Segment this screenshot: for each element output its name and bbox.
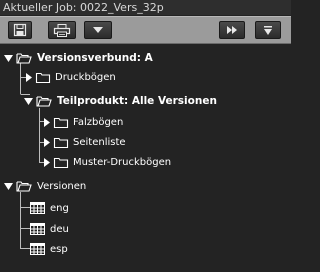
folder-icon (35, 72, 51, 83)
tree-node-label: Seitenliste (73, 136, 126, 148)
tree-node-label: deu (50, 223, 69, 235)
fast-forward-button[interactable] (219, 21, 245, 39)
tree-node-label: Teilprodukt: Alle Versionen (57, 95, 217, 107)
tree-node-muster-druckboegen[interactable]: Muster-Druckbögen (42, 154, 171, 170)
folder-open-icon (36, 96, 52, 107)
collapse-icon (264, 25, 272, 35)
tree-node-teilprodukt[interactable]: Teilprodukt: Alle Versionen (24, 93, 217, 109)
save-button[interactable] (8, 21, 32, 39)
folder-open-icon (16, 181, 32, 192)
version-grid-icon (30, 202, 45, 214)
version-grid-icon (30, 243, 45, 255)
expand-arrow-icon[interactable] (24, 72, 33, 82)
tree-node-label: eng (50, 202, 69, 214)
tree-view: Versionsverbund: A Druckbögen Teilproduk… (0, 44, 291, 272)
expand-arrow-icon[interactable] (24, 97, 33, 106)
tree-node-label: Versionen (37, 180, 87, 192)
folder-icon (53, 137, 69, 148)
tree-node-label: Druckbögen (55, 71, 116, 83)
tree-node-versionsverbund[interactable]: Versionsverbund: A (4, 50, 153, 66)
tree-node-label: Versionsverbund: A (37, 52, 153, 64)
tree-node-label: esp (50, 243, 68, 255)
tree-node-version-eng[interactable]: eng (30, 200, 69, 216)
tree-node-seitenliste[interactable]: Seitenliste (42, 134, 126, 150)
expand-arrow-icon[interactable] (42, 157, 51, 167)
collapse-button[interactable] (255, 21, 281, 39)
tree-node-label: Muster-Druckbögen (73, 156, 172, 168)
dropdown-button[interactable] (84, 21, 112, 39)
expand-arrow-icon[interactable] (4, 182, 13, 191)
folder-open-icon (16, 53, 32, 64)
version-grid-icon (30, 223, 45, 235)
window-title: Aktueller Job: 0022_Vers_32p (0, 0, 291, 15)
expand-arrow-icon[interactable] (4, 54, 13, 63)
chevron-down-icon (93, 27, 103, 33)
tree-node-version-deu[interactable]: deu (30, 221, 69, 237)
tree-node-versionen[interactable]: Versionen (4, 178, 86, 194)
tree-node-version-esp[interactable]: esp (30, 241, 68, 257)
folder-icon (53, 157, 69, 168)
print-button[interactable] (48, 21, 76, 39)
toolbar (0, 16, 291, 44)
tree-node-falzboegen[interactable]: Falzbögen (42, 114, 123, 130)
folder-icon (53, 117, 69, 128)
print-icon (53, 23, 71, 37)
tree-node-label: Falzbögen (73, 116, 124, 128)
expand-arrow-icon[interactable] (42, 117, 51, 127)
tree-node-druckboegen[interactable]: Druckbögen (24, 69, 116, 85)
save-icon (13, 23, 27, 37)
fast-forward-icon (227, 26, 237, 34)
expand-arrow-icon[interactable] (42, 137, 51, 147)
job-panel: Aktueller Job: 0022_Vers_32p Versionsver… (0, 0, 291, 272)
